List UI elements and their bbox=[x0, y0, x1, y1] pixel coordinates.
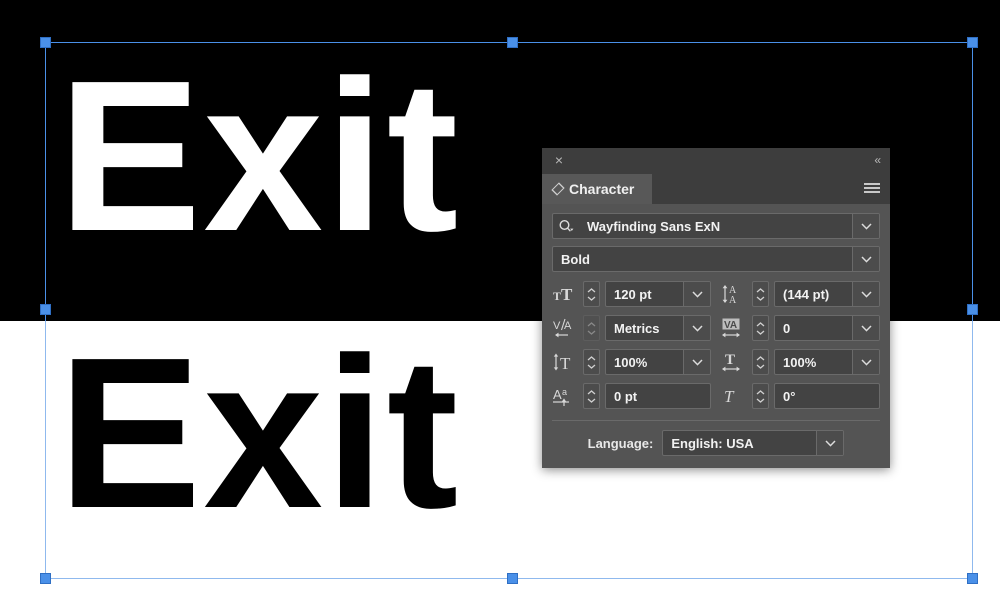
metric-tracking: VA 0 bbox=[721, 315, 880, 341]
horizontal-scale-icon: T bbox=[721, 349, 747, 375]
tab-character[interactable]: Character bbox=[542, 174, 653, 204]
vertical-scale-stepper[interactable] bbox=[583, 349, 600, 375]
panel-tabbar: Character bbox=[542, 174, 890, 204]
tracking-value: 0 bbox=[783, 320, 791, 336]
language-row: Language: English: USA bbox=[552, 430, 880, 458]
font-size-icon: T T bbox=[552, 281, 578, 307]
baseline-shift-stepper[interactable] bbox=[583, 383, 600, 409]
vertical-scale-field[interactable]: 100% bbox=[605, 349, 711, 375]
baseline-shift-icon: A a bbox=[552, 383, 578, 409]
leading-value: (144 pt) bbox=[783, 286, 830, 302]
selection-handle-top-right[interactable] bbox=[967, 37, 978, 48]
screenshot-root: Exit Exit × « Character Wayfinding Sans … bbox=[0, 0, 1000, 602]
kerning-stepper bbox=[583, 315, 600, 341]
kerning-field[interactable]: Metrics bbox=[605, 315, 711, 341]
svg-text:VA: VA bbox=[724, 320, 737, 331]
font-size-value: 120 pt bbox=[614, 286, 652, 302]
svg-text:T: T bbox=[560, 354, 571, 373]
tracking-field[interactable]: 0 bbox=[774, 315, 880, 341]
font-size-chevron-down-icon[interactable] bbox=[683, 282, 710, 306]
leading-icon: A A bbox=[721, 281, 747, 307]
diamond-icon bbox=[551, 182, 565, 196]
svg-text:A: A bbox=[729, 295, 737, 305]
leading-stepper[interactable] bbox=[752, 281, 769, 307]
vertical-scale-chevron-down-icon[interactable] bbox=[683, 350, 710, 374]
horizontal-scale-stepper[interactable] bbox=[752, 349, 769, 375]
selection-handle-bottom-center[interactable] bbox=[507, 573, 518, 584]
tracking-chevron-down-icon[interactable] bbox=[852, 316, 879, 340]
tracking-stepper[interactable] bbox=[752, 315, 769, 341]
selection-handle-bottom-right[interactable] bbox=[967, 573, 978, 584]
svg-text:T: T bbox=[553, 289, 561, 303]
selection-handle-bottom-left[interactable] bbox=[40, 573, 51, 584]
horizontal-scale-field[interactable]: 100% bbox=[774, 349, 880, 375]
horizontal-scale-value: 100% bbox=[783, 354, 817, 370]
collapse-panel-icon[interactable]: « bbox=[874, 153, 881, 167]
panel-menu-icon[interactable] bbox=[864, 183, 880, 195]
kerning-icon: V A bbox=[552, 315, 578, 341]
selection-handle-top-left[interactable] bbox=[40, 37, 51, 48]
language-chevron-down-icon[interactable] bbox=[816, 431, 844, 455]
panel-divider bbox=[552, 420, 880, 421]
font-size-stepper[interactable] bbox=[583, 281, 600, 307]
kerning-value: Metrics bbox=[614, 320, 660, 336]
font-style-value: Bold bbox=[561, 251, 590, 267]
svg-text:T: T bbox=[561, 285, 573, 304]
language-label: Language: bbox=[587, 435, 654, 451]
panel-body: Wayfinding Sans ExN Bold T T 120 pt A A … bbox=[542, 204, 890, 468]
search-icon bbox=[553, 214, 579, 238]
svg-text:A: A bbox=[553, 387, 562, 402]
font-family-chevron-down-icon[interactable] bbox=[852, 214, 879, 238]
metric-kerning: V A Metrics bbox=[552, 315, 711, 341]
metric-skew: T 0° bbox=[721, 383, 880, 409]
svg-text:A: A bbox=[564, 320, 572, 332]
language-value: English: USA bbox=[671, 435, 754, 451]
svg-text:T: T bbox=[725, 352, 735, 368]
character-panel: × « Character Wayfinding Sans ExN Bold T… bbox=[542, 148, 890, 468]
tab-character-label: Character bbox=[569, 181, 635, 197]
language-field[interactable]: English: USA bbox=[662, 430, 845, 456]
skew-field[interactable]: 0° bbox=[774, 383, 880, 409]
horizontal-scale-chevron-down-icon[interactable] bbox=[852, 350, 879, 374]
svg-text:T: T bbox=[724, 387, 735, 406]
font-size-field[interactable]: 120 pt bbox=[605, 281, 711, 307]
svg-text:a: a bbox=[562, 387, 567, 397]
tracking-icon: VA bbox=[721, 315, 747, 341]
leading-field[interactable]: (144 pt) bbox=[774, 281, 880, 307]
selection-handle-middle-left[interactable] bbox=[40, 304, 51, 315]
baseline-shift-field[interactable]: 0 pt bbox=[605, 383, 711, 409]
leading-chevron-down-icon[interactable] bbox=[852, 282, 879, 306]
panel-titlebar: × « bbox=[542, 148, 890, 174]
metrics-grid: T T 120 pt A A (144 pt) V A Metrics VA 0… bbox=[552, 281, 880, 409]
metric-baseline-shift: A a 0 pt bbox=[552, 383, 711, 409]
font-style-chevron-down-icon[interactable] bbox=[852, 247, 879, 271]
metric-font-size: T T 120 pt bbox=[552, 281, 711, 307]
metric-leading: A A (144 pt) bbox=[721, 281, 880, 307]
selection-handle-top-center[interactable] bbox=[507, 37, 518, 48]
selection-handle-middle-right[interactable] bbox=[967, 304, 978, 315]
baseline-shift-value: 0 pt bbox=[614, 388, 638, 404]
kerning-chevron-down-icon[interactable] bbox=[683, 316, 710, 340]
skew-icon: T bbox=[721, 383, 747, 409]
font-family-field[interactable]: Wayfinding Sans ExN bbox=[552, 213, 880, 239]
metric-horizontal-scale: T 100% bbox=[721, 349, 880, 375]
skew-stepper[interactable] bbox=[752, 383, 769, 409]
artwork-text-light: Exit bbox=[58, 35, 461, 276]
font-style-field[interactable]: Bold bbox=[552, 246, 880, 272]
vertical-scale-value: 100% bbox=[614, 354, 648, 370]
svg-text:V: V bbox=[553, 320, 561, 332]
close-icon[interactable]: × bbox=[552, 153, 566, 167]
font-family-value: Wayfinding Sans ExN bbox=[587, 218, 721, 234]
skew-value: 0° bbox=[783, 388, 796, 404]
metric-vertical-scale: T 100% bbox=[552, 349, 711, 375]
vertical-scale-icon: T bbox=[552, 349, 578, 375]
artwork-text-dark: Exit bbox=[58, 312, 461, 553]
